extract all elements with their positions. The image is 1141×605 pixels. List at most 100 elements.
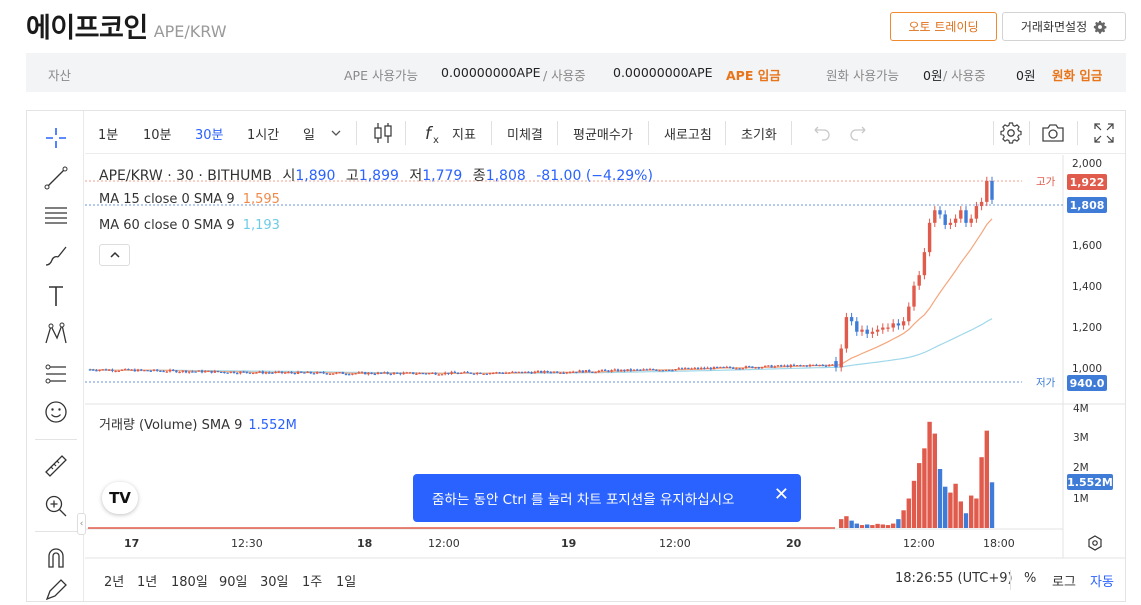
candle-body [252, 372, 255, 375]
price-tick: 1,200 [1072, 322, 1103, 334]
candle-body [287, 372, 290, 374]
candle-body [460, 372, 463, 374]
candle-body [881, 327, 885, 330]
candle-body [648, 369, 652, 371]
candle-body [444, 372, 447, 375]
legend-low: 1,779 [422, 168, 463, 184]
candle-body [360, 372, 364, 374]
candle-body [216, 370, 220, 373]
candle-body [917, 275, 921, 286]
candle-body [338, 372, 341, 374]
candle-body [821, 364, 824, 367]
log-toggle[interactable]: 로그 [1052, 571, 1076, 590]
candle-body [901, 321, 906, 326]
range-1y[interactable]: 1년 [137, 571, 157, 590]
candle-body [213, 370, 216, 373]
tradingview-logo[interactable]: TV [102, 482, 138, 514]
candle-body [831, 364, 834, 366]
candle-body [690, 368, 693, 370]
range-1w[interactable]: 1주 [302, 571, 322, 590]
candle-body [626, 369, 629, 372]
volume-bar [932, 433, 937, 528]
volume-bar [984, 430, 989, 528]
range-30d[interactable]: 30일 [260, 571, 289, 590]
volume-tick: 4M [1073, 403, 1089, 415]
range-180d[interactable]: 180일 [171, 571, 208, 590]
candle-body [229, 371, 232, 373]
candle-body [639, 369, 642, 371]
candle-body [277, 371, 280, 373]
candle-body [767, 365, 770, 367]
volume-bar [844, 516, 849, 528]
candle-body [284, 372, 287, 374]
time-label: 12:30 [231, 537, 263, 550]
candle-body [140, 369, 143, 371]
candle-body [770, 365, 773, 368]
range-2y[interactable]: 2년 [104, 571, 124, 590]
close-icon[interactable]: ✕ [774, 484, 789, 505]
candle-body [613, 369, 616, 371]
volume-bar [849, 520, 854, 528]
candle-body [818, 364, 821, 367]
candle-body [431, 372, 434, 375]
candle-body [114, 370, 117, 373]
ohlc-legend: APE/KRW · 30 · BITHUMB 시1,890 고1,899 저1,… [99, 165, 653, 185]
candle-body [156, 369, 159, 371]
candle-body [716, 366, 719, 369]
clock: 18:26:55 (UTC+9) [895, 571, 1013, 586]
auto-toggle[interactable]: 자동 [1090, 571, 1114, 590]
range-90d[interactable]: 90일 [219, 571, 248, 590]
candle-body [472, 373, 476, 375]
candle-body [280, 371, 284, 373]
time-label: 18 [357, 537, 373, 550]
candle-body [450, 371, 453, 374]
candle-body [293, 372, 296, 375]
range-1d[interactable]: 1일 [336, 571, 356, 590]
legend-close: 1,808 [485, 168, 526, 184]
candle-body [796, 365, 799, 367]
candle-body [405, 372, 408, 374]
candle-body [786, 365, 789, 368]
candle-body [143, 370, 146, 372]
candle-body [979, 201, 984, 207]
volume-bar [911, 480, 917, 528]
volume-bar [963, 513, 969, 528]
volume-label: 거래량 (Volume) SMA 9 [99, 418, 243, 433]
zoom-hint-tooltip: 줌하는 동안 Ctrl 를 눌러 차트 포지션을 유지하십시오 ✕ [413, 474, 801, 522]
candle-body [351, 373, 354, 375]
candle-body [677, 368, 680, 370]
candle-body [706, 367, 709, 369]
candle-body [543, 370, 546, 373]
candle-body [159, 370, 162, 372]
volume-bar [927, 421, 932, 528]
candle-body [658, 370, 661, 372]
candle-body [514, 371, 517, 373]
candle-body [546, 370, 549, 373]
candle-body [735, 368, 738, 370]
price-tick: 1,600 [1072, 240, 1103, 252]
candle-body [738, 368, 741, 370]
percent-toggle[interactable]: % [1024, 571, 1036, 586]
candle-body [680, 368, 684, 370]
candle-body [815, 364, 818, 366]
ma15-line [89, 218, 993, 374]
collapse-legend-button[interactable] [99, 244, 130, 266]
volume-bar [859, 525, 865, 528]
candle-body [530, 372, 533, 374]
candle-body [306, 371, 309, 373]
candle-body [552, 371, 556, 373]
candle-body [565, 372, 568, 374]
candle-body [664, 369, 668, 371]
candle-body [607, 370, 610, 372]
candle-body [780, 365, 783, 367]
candle-body [855, 321, 859, 332]
candle-body [732, 367, 735, 369]
volume-bar [948, 492, 953, 528]
candle-body [408, 372, 412, 374]
volume-bar [979, 457, 984, 528]
candle-body [757, 367, 760, 369]
candle-body [415, 373, 418, 375]
axis-settings-icon[interactable] [1086, 534, 1104, 552]
candle-body [959, 210, 963, 219]
legend-change: -81.00 (−4.29%) [536, 168, 653, 184]
